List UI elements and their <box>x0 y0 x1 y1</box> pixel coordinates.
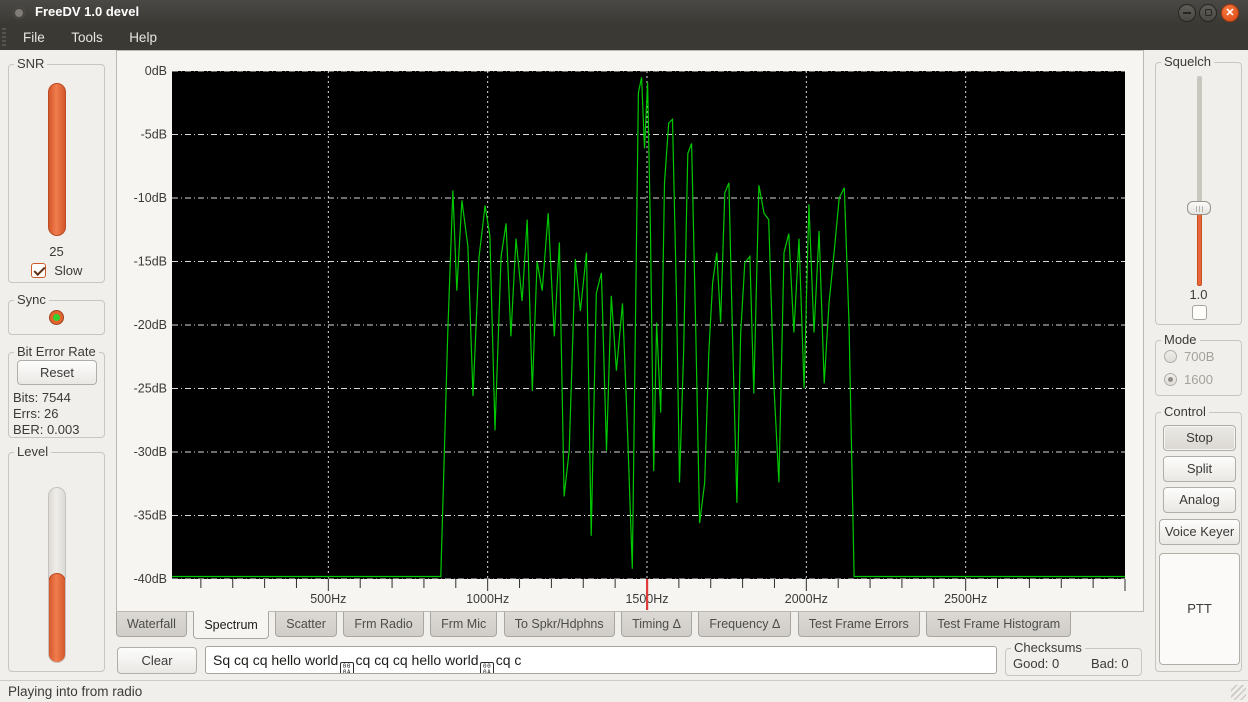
menu-help[interactable]: Help <box>118 26 168 50</box>
tab-frm-mic[interactable]: Frm Mic <box>430 612 497 637</box>
missing-glyph-newline-icon: 000A <box>340 662 353 674</box>
analog-button[interactable]: Analog <box>1163 487 1236 513</box>
menu-file[interactable]: File <box>12 26 56 50</box>
checksums-good: Good: 0 <box>1013 656 1059 671</box>
squelch-slider-fill[interactable] <box>1197 208 1202 286</box>
tab-test-frame-histogram[interactable]: Test Frame Histogram <box>926 612 1071 637</box>
level-gauge <box>48 487 66 663</box>
control-label: Control <box>1161 404 1209 419</box>
tab-spectrum[interactable]: Spectrum <box>193 611 269 639</box>
sync-led-indicator <box>49 310 64 325</box>
app-icon <box>13 7 25 19</box>
checksums-label: Checksums <box>1011 640 1085 655</box>
window-title: FreeDV 1.0 devel <box>35 4 139 19</box>
slow-checkbox[interactable] <box>31 263 46 278</box>
radio-icon <box>1164 350 1177 363</box>
status-bar: Playing into from radio <box>0 680 1248 702</box>
y-axis-tick-label: -40dB <box>134 572 167 586</box>
tab-waterfall[interactable]: Waterfall <box>116 612 187 637</box>
control-groupbox: Control Stop Split Analog Voice Keyer PT… <box>1155 412 1242 672</box>
tab-scatter[interactable]: Scatter <box>275 612 337 637</box>
menu-tools[interactable]: Tools <box>60 26 114 50</box>
squelch-slider-track[interactable] <box>1197 76 1202 208</box>
spectrum-plot: 0dB -5dB -10dB -15dB -20dB -25dB -30dB -35dB -40… <box>117 51 1143 611</box>
minimize-icon <box>1183 12 1191 14</box>
y-axis-tick-label: -25dB <box>134 382 167 396</box>
titlebar: FreeDV 1.0 devel ✕ <box>0 0 1248 26</box>
tab-timing-delta[interactable]: Timing Δ <box>621 612 692 637</box>
mode-groupbox: Mode 700B 1600 <box>1155 340 1242 396</box>
bit-error-rate-groupbox: Bit Error Rate Reset Bits: 7544 Errs: 26… <box>8 352 105 438</box>
tab-frm-radio[interactable]: Frm Radio <box>343 612 423 637</box>
y-axis-tick-label: -35dB <box>134 509 167 523</box>
y-axis-tick-label: -5dB <box>141 128 167 142</box>
ber-value: BER: 0.003 <box>13 422 80 437</box>
tab-frequency-delta[interactable]: Frequency Δ <box>698 612 791 637</box>
resize-grip-icon[interactable] <box>1231 685 1246 700</box>
freedv-window: FreeDV 1.0 devel ✕ File Tools Help SNR 2… <box>0 0 1248 702</box>
mode-radio-1600: 1600 <box>1164 371 1213 389</box>
voice-keyer-button[interactable]: Voice Keyer <box>1159 519 1240 545</box>
tab-strip: Waterfall Spectrum Scatter Frm Radio Frm… <box>116 612 1144 641</box>
reset-button[interactable]: Reset <box>17 360 97 385</box>
clear-button[interactable]: Clear <box>117 647 197 674</box>
level-groupbox: Level <box>8 452 105 672</box>
checksums-groupbox: Checksums Good: 0 Bad: 0 <box>1005 648 1142 676</box>
tuning-marker[interactable] <box>646 579 648 610</box>
y-axis-tick-label: -30dB <box>134 445 167 459</box>
x-axis-tick-label: 2500Hz <box>944 592 987 606</box>
squelch-label: Squelch <box>1161 54 1214 69</box>
squelch-groupbox: Squelch 1.0 <box>1155 62 1242 325</box>
menubar: File Tools Help <box>0 26 1248 50</box>
snr-gauge <box>48 83 66 236</box>
minimize-button[interactable] <box>1178 4 1196 22</box>
bit-error-rate-label: Bit Error Rate <box>14 344 99 359</box>
maximize-icon <box>1205 9 1212 16</box>
stop-button[interactable]: Stop <box>1163 425 1236 451</box>
maximize-button[interactable] <box>1199 4 1217 22</box>
mode-label: Mode <box>1161 332 1200 347</box>
tab-to-spkr-hdphns[interactable]: To Spkr/Hdphns <box>504 612 615 637</box>
level-label: Level <box>14 444 51 459</box>
y-axis-tick-label: 0dB <box>145 64 167 78</box>
y-axis-tick-label: -15dB <box>134 255 167 269</box>
snr-groupbox: SNR 25 Slow <box>8 64 105 283</box>
menubar-grip-icon <box>2 28 6 48</box>
squelch-value: 1.0 <box>1156 287 1241 302</box>
x-axis-tick-label: 500Hz <box>310 592 346 606</box>
tab-test-frame-errors[interactable]: Test Frame Errors <box>798 612 920 637</box>
squelch-slider-handle[interactable] <box>1187 201 1211 215</box>
sync-groupbox: Sync <box>8 300 105 335</box>
y-axis-tick-label: -10dB <box>134 191 167 205</box>
y-axis-tick-label: -20dB <box>134 318 167 332</box>
spectrum-page: 0dB -5dB -10dB -15dB -20dB -25dB -30dB -35dB -40… <box>116 50 1144 612</box>
status-text: Playing into from radio <box>8 684 142 699</box>
ptt-button[interactable]: PTT <box>1159 553 1240 665</box>
mode-radio-700b: 700B <box>1164 348 1214 366</box>
snr-label: SNR <box>14 56 47 71</box>
sync-label: Sync <box>14 292 49 307</box>
radio-icon <box>1164 373 1177 386</box>
errs-value: Errs: 26 <box>13 406 59 421</box>
squelch-enable-checkbox[interactable] <box>1192 305 1207 320</box>
x-axis-tick-label: 1000Hz <box>466 592 509 606</box>
split-button[interactable]: Split <box>1163 456 1236 482</box>
snr-value: 25 <box>9 244 104 259</box>
x-axis-tick-label: 2000Hz <box>785 592 828 606</box>
missing-glyph-newline-icon: 000A <box>480 662 493 674</box>
bits-value: Bits: 7544 <box>13 390 71 405</box>
close-button[interactable]: ✕ <box>1221 4 1239 22</box>
receive-text-field[interactable]: Sq cq cq hello world000Acq cq cq hello w… <box>205 646 997 674</box>
slow-checkbox-label: Slow <box>54 263 82 278</box>
checksums-bad: Bad: 0 <box>1091 656 1129 671</box>
